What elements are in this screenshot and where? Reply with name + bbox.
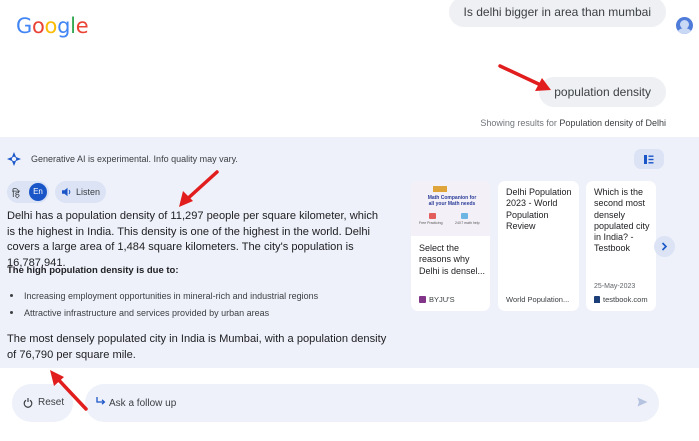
speaker-icon bbox=[62, 187, 71, 197]
list-item: Attractive infrastructure and services p… bbox=[7, 307, 318, 324]
cards-next-button[interactable] bbox=[654, 236, 675, 257]
source-card-testbook[interactable]: Which is the second most densely populat… bbox=[586, 181, 656, 311]
listen-label: Listen bbox=[76, 187, 101, 197]
card-source-name: BYJU'S bbox=[429, 295, 455, 304]
answer-paragraph-1: Delhi has a population density of 11,297… bbox=[7, 210, 379, 269]
card-title: Delhi Population 2023 - World Population… bbox=[506, 187, 572, 231]
thumb-logo bbox=[433, 186, 447, 192]
side-panel-icon bbox=[644, 154, 654, 164]
lang-hindi-option[interactable]: हि bbox=[12, 186, 20, 200]
list-item: Increasing employment opportunities in m… bbox=[7, 290, 318, 307]
listen-button[interactable]: Listen bbox=[55, 181, 106, 203]
followup-input[interactable] bbox=[109, 394, 609, 412]
reset-icon bbox=[23, 398, 33, 408]
chevron-right-icon bbox=[661, 242, 668, 251]
reset-button[interactable]: Reset bbox=[12, 384, 73, 422]
showing-results-note: Showing results for Population density o… bbox=[480, 118, 666, 128]
source-card-byjus[interactable]: Math Companion for all your Math needs F… bbox=[411, 181, 490, 311]
corrected-query-link[interactable]: Population density of Delhi bbox=[559, 118, 666, 128]
followup-query-bubble: population density bbox=[539, 77, 666, 107]
card-title: Select the reasons why Delhi is densel..… bbox=[419, 243, 486, 276]
thumb-label-help: 24X7 math help bbox=[455, 221, 480, 225]
thumb-icon-help bbox=[461, 213, 468, 219]
card-source-name: World Population... bbox=[506, 295, 570, 304]
card-date: 25-May-2023 bbox=[594, 283, 636, 290]
language-toggle[interactable]: हि En bbox=[7, 181, 49, 203]
sge-results-page: Google Is delhi bigger in area than mumb… bbox=[0, 0, 699, 441]
card-source: World Population... bbox=[506, 295, 569, 304]
card-title: Which is the second most densely populat… bbox=[594, 187, 650, 254]
showing-prefix: Showing results for bbox=[480, 118, 557, 128]
sparkle-icon bbox=[7, 152, 21, 166]
thumb-label-practice: Free Practicing bbox=[419, 221, 443, 225]
byjus-favicon-icon bbox=[419, 296, 426, 303]
answer-paragraph-2: The most densely populated city in India… bbox=[7, 333, 387, 361]
card-thumbnail: Math Companion for all your Math needs F… bbox=[411, 181, 490, 236]
send-icon[interactable] bbox=[637, 397, 648, 407]
layout-toggle-button[interactable] bbox=[634, 149, 664, 169]
reply-arrow-icon bbox=[96, 397, 106, 405]
query-bubble: Is delhi bigger in area than mumbai bbox=[448, 0, 666, 27]
ai-disclaimer: Generative AI is experimental. Info qual… bbox=[31, 154, 238, 164]
thumb-icon-practice bbox=[429, 213, 436, 219]
card-source-name: testbook.com bbox=[603, 295, 648, 304]
lang-english-option[interactable]: En bbox=[29, 183, 47, 201]
testbook-favicon-icon bbox=[594, 296, 600, 303]
followup-bar[interactable] bbox=[85, 384, 659, 422]
card-source: BYJU'S bbox=[419, 295, 455, 304]
answer-subheading: The high population density is due to: bbox=[7, 265, 179, 276]
reasons-list: Increasing employment opportunities in m… bbox=[7, 290, 318, 324]
user-avatar[interactable] bbox=[676, 17, 693, 34]
source-card-world-population-review[interactable]: Delhi Population 2023 - World Population… bbox=[498, 181, 579, 311]
card-source: testbook.com bbox=[594, 295, 648, 304]
thumb-headline: Math Companion for all your Math needs bbox=[427, 195, 477, 207]
google-logo[interactable]: Google bbox=[16, 14, 89, 38]
reset-label: Reset bbox=[38, 397, 65, 408]
